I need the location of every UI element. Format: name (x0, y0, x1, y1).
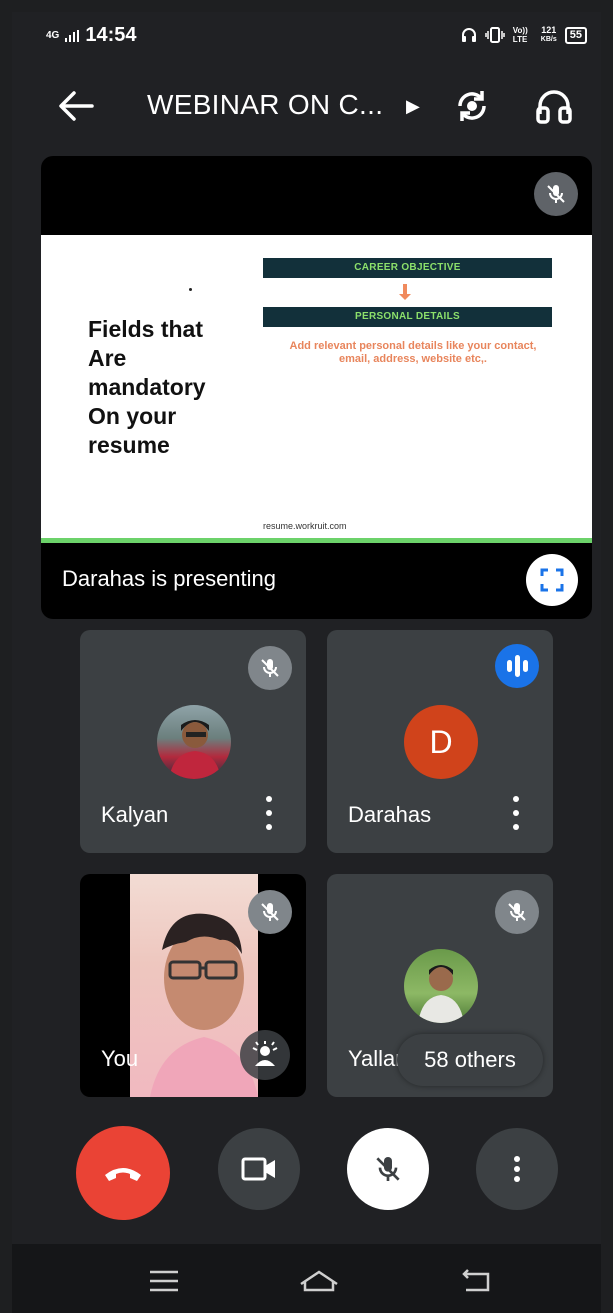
switch-camera-icon[interactable] (452, 86, 492, 126)
headphones-icon[interactable] (534, 86, 574, 126)
headset-status-icon (461, 28, 476, 42)
status-bar: 4G 14:54 Vo)) LTE 121 KB/s 55 (12, 12, 601, 60)
phone-hangup-icon (105, 1168, 141, 1181)
participant-name: You (101, 1046, 139, 1071)
mic-muted-icon (495, 890, 539, 934)
more-vert-icon (512, 1156, 522, 1182)
network-indicator: 4G (46, 30, 60, 41)
signal-icon (65, 29, 80, 42)
video-camera-icon (241, 1157, 275, 1181)
participant-name: Darahas (348, 802, 432, 827)
speed-unit: KB/s (540, 36, 557, 43)
presenting-label: Darahas is presenting (62, 566, 277, 591)
presentation-tile[interactable]: Fields that Are mandatory On your resume… (41, 156, 592, 619)
arrow-down-icon (399, 284, 411, 300)
shared-slide: Fields that Are mandatory On your resume… (41, 235, 592, 543)
slide-bar-career-objective: CAREER OBJECTIVE (263, 258, 552, 278)
mic-off-icon (376, 1157, 400, 1181)
slide-description: Add relevant personal details like your … (289, 340, 537, 365)
background-effects-button[interactable] (240, 1030, 290, 1080)
battery-indicator: 55 (564, 26, 587, 44)
participant-tile-self[interactable]: You (80, 874, 306, 1097)
home-icon[interactable] (298, 1266, 340, 1296)
presenter-mic-muted-icon (534, 172, 578, 216)
chevron-right-icon[interactable]: ▶ (406, 96, 420, 117)
person-effects-icon (252, 1041, 278, 1066)
avatar-darahas: D (404, 705, 478, 779)
menu-icon[interactable] (146, 1266, 182, 1296)
status-right: Vo)) LTE 121 KB/s 55 (461, 26, 587, 44)
speed-value: 121 (541, 25, 557, 35)
status-left: 4G 14:54 (46, 24, 137, 47)
volte-indicator: Vo)) LTE (512, 26, 528, 44)
fullscreen-icon (540, 568, 564, 592)
participant-name: Kalyan (101, 802, 169, 827)
slide-cursor-dot (189, 288, 192, 291)
app-bar: WEBINAR ON C... ▶ (12, 74, 601, 138)
participant-options-button[interactable] (264, 796, 274, 830)
back-arrow-icon[interactable] (56, 88, 96, 124)
clock: 14:54 (85, 24, 137, 46)
others-chip[interactable]: 58 others (397, 1034, 543, 1086)
phone-screen: 4G 14:54 Vo)) LTE 121 KB/s 55 WEBINAR ON… (12, 12, 601, 1313)
slide-heading: Fields that Are mandatory On your resume (88, 316, 206, 458)
camera-button[interactable] (218, 1128, 300, 1210)
slide-bar-personal-details: PERSONAL DETAILS (263, 307, 552, 327)
vibrate-icon (485, 27, 505, 43)
mic-muted-icon (248, 646, 292, 690)
meeting-title[interactable]: WEBINAR ON C... (147, 89, 383, 121)
system-nav-bar (12, 1244, 601, 1313)
mic-muted-icon (248, 890, 292, 934)
more-options-button[interactable] (476, 1128, 558, 1210)
participant-options-button[interactable] (511, 796, 521, 830)
participant-name: Yallar (348, 1046, 403, 1071)
speaking-indicator-icon (495, 644, 539, 688)
participant-tile-kalyan[interactable]: Kalyan (80, 630, 306, 853)
fullscreen-button[interactable] (526, 554, 578, 606)
microphone-button[interactable] (347, 1128, 429, 1210)
avatar-yallar (404, 949, 478, 1023)
self-video (130, 874, 258, 1097)
avatar-kalyan (157, 705, 231, 779)
speed-indicator: 121 KB/s (541, 26, 557, 44)
participant-tile-darahas[interactable]: D Darahas (327, 630, 553, 853)
slide-footer: resume.workruit.com (263, 521, 347, 531)
end-call-button[interactable] (76, 1126, 170, 1220)
back-nav-icon[interactable] (460, 1266, 496, 1296)
